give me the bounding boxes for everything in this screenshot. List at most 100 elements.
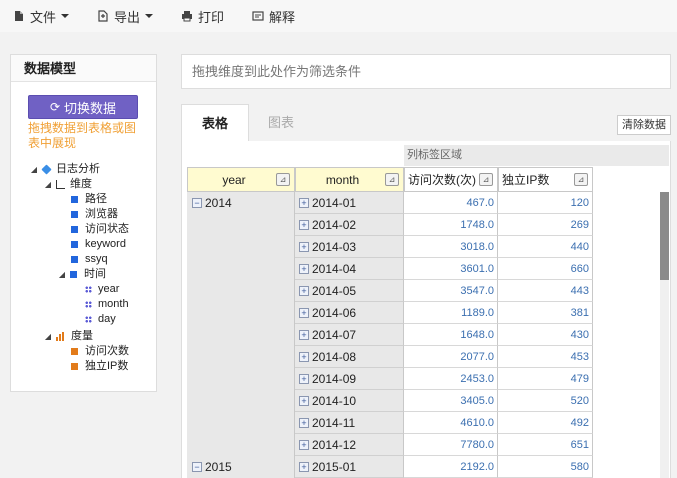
- tree-item-dimension[interactable]: 访问状态: [71, 222, 129, 237]
- unique-ip-cell[interactable]: 660: [498, 258, 593, 280]
- month-cell[interactable]: +2014-03: [295, 236, 404, 258]
- clear-data-button[interactable]: 清除数据: [617, 115, 671, 135]
- expand-icon[interactable]: +: [299, 417, 309, 428]
- month-cell[interactable]: +2014-04: [295, 258, 404, 280]
- tree-item-measure[interactable]: 访问次数: [71, 344, 129, 359]
- unique-ip-cell[interactable]: 269: [498, 214, 593, 236]
- month-cell[interactable]: +2014-11: [295, 412, 404, 434]
- visits-cell[interactable]: 3601.0: [404, 258, 498, 280]
- unique-ip-cell[interactable]: 492: [498, 412, 593, 434]
- month-cell[interactable]: +2015-01: [295, 456, 404, 478]
- collapse-icon[interactable]: −: [192, 462, 202, 472]
- unique-ip-cell[interactable]: 381: [498, 302, 593, 324]
- month-cell[interactable]: +2014-06: [295, 302, 404, 324]
- month-label: 2014-04: [312, 261, 357, 276]
- tree-node-measures[interactable]: ◢ 度量: [44, 329, 93, 344]
- month-cell[interactable]: +2014-05: [295, 280, 404, 302]
- unique-ip-cell[interactable]: 440: [498, 236, 593, 258]
- tree-item-measure[interactable]: 独立IP数: [71, 359, 128, 374]
- visits-cell[interactable]: 467.0: [404, 192, 498, 214]
- expand-icon[interactable]: +: [299, 307, 309, 318]
- visits-cell[interactable]: 3405.0: [404, 390, 498, 412]
- tab-chart[interactable]: 图表: [256, 104, 306, 141]
- expand-icon[interactable]: +: [299, 351, 309, 362]
- tree-item-time-field[interactable]: year: [85, 282, 119, 297]
- header-year-label: year: [222, 172, 246, 187]
- tree-item-time-field[interactable]: day: [85, 312, 116, 327]
- measure-field-icon: [71, 348, 78, 355]
- expand-icon[interactable]: +: [299, 219, 309, 230]
- print-button[interactable]: 打印: [181, 4, 224, 28]
- vertical-scrollbar-thumb[interactable]: [660, 192, 669, 280]
- month-cell[interactable]: +2014-08: [295, 346, 404, 368]
- expand-icon[interactable]: +: [299, 373, 309, 384]
- header-year[interactable]: year ⊿: [187, 167, 295, 192]
- month-cell[interactable]: +2014-07: [295, 324, 404, 346]
- year-cell[interactable]: −2014: [188, 192, 232, 214]
- filter-icon[interactable]: ⊿: [276, 173, 290, 186]
- tree-item-dimension[interactable]: 路径: [71, 192, 107, 207]
- unique-ip-cell[interactable]: 120: [498, 192, 593, 214]
- unique-ip-cell[interactable]: 651: [498, 434, 593, 456]
- expand-icon[interactable]: +: [299, 241, 309, 252]
- filter-icon[interactable]: ⊿: [479, 173, 493, 186]
- explain-button[interactable]: 解释: [252, 4, 295, 28]
- tab-table[interactable]: 表格: [181, 104, 249, 141]
- month-cell[interactable]: +2014-01: [295, 192, 404, 214]
- collapse-icon[interactable]: ◢: [44, 329, 52, 344]
- export-menu[interactable]: 导出: [97, 4, 154, 28]
- tree-item-dimension[interactable]: keyword: [71, 237, 126, 252]
- header-month[interactable]: month ⊿: [295, 167, 404, 192]
- collapse-icon[interactable]: ◢: [44, 177, 52, 192]
- filter-icon[interactable]: ⊿: [385, 173, 399, 186]
- month-cell[interactable]: +2014-02: [295, 214, 404, 236]
- tree-node-root[interactable]: ◢ 日志分析: [30, 162, 100, 177]
- expand-icon[interactable]: +: [299, 285, 309, 296]
- visits-cell[interactable]: 3018.0: [404, 236, 498, 258]
- month-cell[interactable]: +2014-10: [295, 390, 404, 412]
- expand-icon[interactable]: +: [299, 439, 309, 450]
- unique-ip-cell[interactable]: 443: [498, 280, 593, 302]
- expand-icon[interactable]: +: [299, 461, 309, 472]
- month-cell[interactable]: +2014-12: [295, 434, 404, 456]
- tree-item-dimension[interactable]: ssyq: [71, 252, 108, 267]
- column-label-area[interactable]: 列标签区域: [404, 145, 669, 166]
- expand-icon[interactable]: +: [299, 395, 309, 406]
- visits-cell[interactable]: 1648.0: [404, 324, 498, 346]
- level-icon: [85, 286, 92, 293]
- filter-drop-zone[interactable]: 拖拽维度到此处作为筛选条件: [181, 54, 671, 89]
- header-visits[interactable]: 访问次数(次) ⊿: [404, 167, 498, 192]
- refresh-icon: ⟳: [49, 100, 61, 114]
- visits-cell[interactable]: 4610.0: [404, 412, 498, 434]
- tree-node-time[interactable]: ◢ 时间: [58, 267, 106, 282]
- tree-item-dimension[interactable]: 浏览器: [71, 207, 118, 222]
- visits-cell[interactable]: 2192.0: [404, 456, 498, 478]
- visits-cell[interactable]: 1189.0: [404, 302, 498, 324]
- tree-node-dimensions[interactable]: ◢ 维度: [44, 177, 92, 192]
- expand-icon[interactable]: +: [299, 329, 309, 340]
- unique-ip-cell[interactable]: 520: [498, 390, 593, 412]
- visits-cell[interactable]: 2077.0: [404, 346, 498, 368]
- month-cell[interactable]: +2014-09: [295, 368, 404, 390]
- unique-ip-cell[interactable]: 430: [498, 324, 593, 346]
- expand-icon[interactable]: +: [299, 263, 309, 274]
- unique-ip-cell[interactable]: 479: [498, 368, 593, 390]
- unique-ip-cell[interactable]: 453: [498, 346, 593, 368]
- tree-item-time-field[interactable]: month: [85, 297, 129, 312]
- filter-icon[interactable]: ⊿: [574, 173, 588, 186]
- collapse-icon[interactable]: −: [192, 198, 202, 208]
- collapse-icon[interactable]: ◢: [58, 267, 66, 282]
- collapse-icon[interactable]: ◢: [30, 162, 38, 177]
- file-menu[interactable]: 文件: [13, 4, 70, 28]
- axis-icon: [56, 180, 65, 189]
- unique-ip-cell[interactable]: 580: [498, 456, 593, 478]
- expand-icon[interactable]: +: [299, 197, 309, 208]
- year-cell[interactable]: −2015: [188, 456, 232, 478]
- visits-cell[interactable]: 1748.0: [404, 214, 498, 236]
- header-unique-ip[interactable]: 独立IP数 ⊿: [498, 167, 593, 192]
- visits-cell[interactable]: 3547.0: [404, 280, 498, 302]
- visits-cell[interactable]: 7780.0: [404, 434, 498, 456]
- switch-data-button[interactable]: ⟳ 切换数据: [28, 95, 138, 119]
- year-label: 2015: [205, 460, 232, 474]
- visits-cell[interactable]: 2453.0: [404, 368, 498, 390]
